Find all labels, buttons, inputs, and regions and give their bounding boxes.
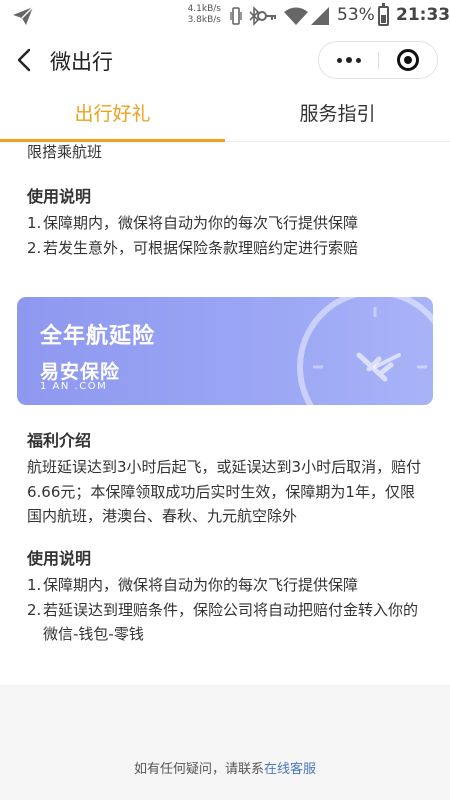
insurance-card[interactable]: 全年航延险 易安保险 1 AN .COM [17,297,433,405]
insurer-logo-en: 1 AN .COM [40,381,108,392]
contact-text: 如有任何疑问，请联系在线客服 [0,758,450,777]
mini-program-capsule [318,41,438,79]
section1-usage-list: 1. 保障期内，微保将自动为你的每次飞行提供保障 2. 若发生意外，可根据保险条… [27,211,427,260]
tab-bar: 出行好礼 服务指引 [0,88,450,142]
list-item: 2. 若发生意外，可根据保险条款理赔约定进行索赔 [27,238,359,257]
key-icon [257,11,276,21]
send-icon [13,6,34,25]
insurer-logo: 易安保险 1 AN .COM [40,357,160,397]
tab-travel-gifts[interactable]: 出行好礼 [0,88,225,142]
battery-percent: 53% [337,5,375,25]
benefit-heading: 福利介绍 [27,431,92,450]
navigation-bar: 微出行 [0,32,450,88]
wifi-icon [284,7,308,25]
signal-icon [311,7,329,25]
card-title: 全年航延险 [40,324,156,349]
vibrate-icon [230,7,242,25]
section1-tail-text: 限搭乘航班 [27,143,103,161]
status-time: 21:33 [396,5,450,25]
main-content[interactable]: 限搭乘航班 使用说明 1. 保障期内，微保将自动为你的每次飞行提供保障 2. 若… [0,143,450,685]
page-title: 微出行 [50,50,113,74]
section2-usage-heading: 使用说明 [27,549,92,568]
contact-prefix: 如有任何疑问，请联系 [133,762,264,777]
battery-icon [378,3,389,26]
insurer-logo-cn: 易安保险 [40,361,121,383]
tab-service-guide[interactable]: 服务指引 [225,88,450,142]
download-speed: 3.8kB/s [187,15,221,25]
clock-plane-icon [297,297,433,405]
online-service-link[interactable]: 在线客服 [264,762,316,777]
active-tab-indicator [0,139,225,142]
section1-usage-heading: 使用说明 [27,187,92,206]
section2-usage-list: 1. 保障期内，微保将自动为你的每次飞行提供保障 2. 若延误达到理赔条件，保险… [27,573,427,647]
status-bar: 4.1kB/s 3.8kB/s 53% 21:33 [0,0,450,32]
close-mini-program-button[interactable] [379,42,437,78]
upload-speed: 4.1kB/s [187,4,221,14]
network-speed: 4.1kB/s 3.8kB/s [187,4,221,26]
list-item: 1. 保障期内，微保将自动为你的每次飞行提供保障 [27,214,359,232]
list-item: 1. 保障期内，微保将自动为你的每次飞行提供保障 [27,576,359,594]
benefit-text: 航班延误达到3小时后起飞，或延误达到3小时后取消，赔付6.66元；本保障领取成功… [27,458,422,525]
more-options-button[interactable] [319,42,378,78]
footer: 如有任何疑问，请联系在线客服 [0,685,450,800]
back-icon[interactable] [14,47,36,73]
list-item: 2. 若延误达到理赔条件，保险公司将自动把赔付金转入你的微信-钱包-零钱 [27,600,419,644]
